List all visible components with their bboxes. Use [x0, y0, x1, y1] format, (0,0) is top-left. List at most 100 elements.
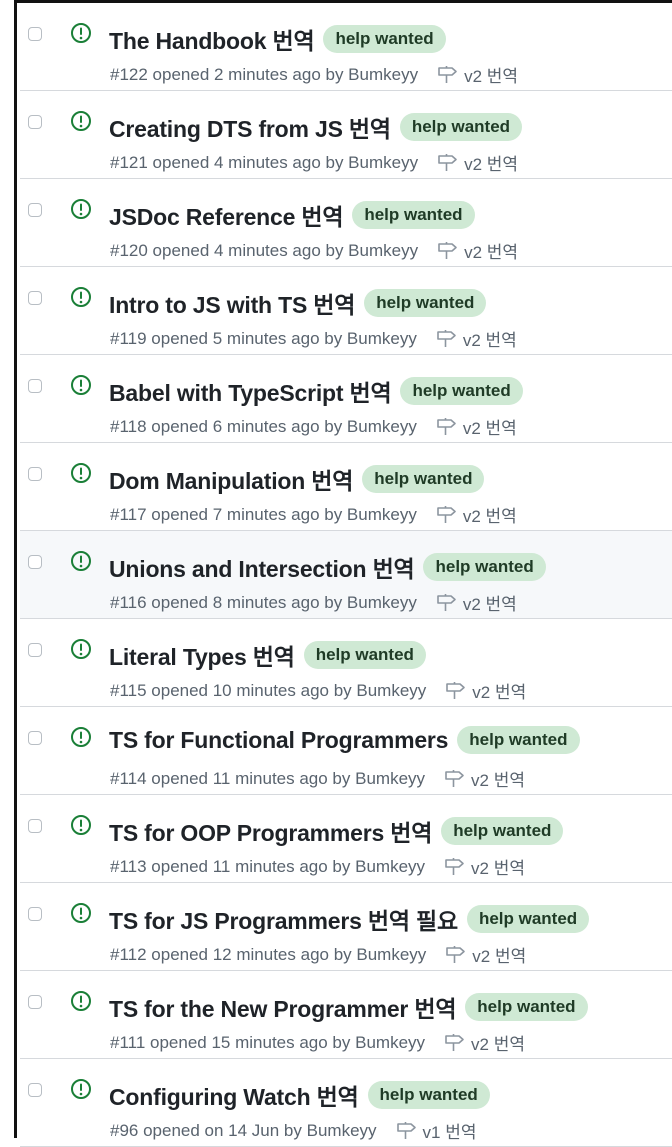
- milestone-link[interactable]: v2 번역: [444, 854, 525, 879]
- issue-row[interactable]: Configuring Watch 번역 help wanted #96 ope…: [20, 1059, 672, 1147]
- milestone-icon: [437, 506, 456, 523]
- issue-title-link[interactable]: Configuring Watch 번역: [109, 1078, 359, 1112]
- issue-meta: #114 opened 11 minutes ago by Bumkeyy v2…: [110, 766, 525, 791]
- milestone-text[interactable]: v2 번역: [463, 326, 517, 351]
- milestone-text[interactable]: v2 번역: [463, 590, 517, 615]
- issue-select-checkbox[interactable]: [28, 1083, 42, 1097]
- issue-row[interactable]: Unions and Intersection 번역 help wanted #…: [20, 531, 672, 619]
- issue-opened-icon: [71, 375, 91, 395]
- help-wanted-label[interactable]: help wanted: [364, 289, 487, 317]
- issue-row[interactable]: Literal Types 번역 help wanted #115 opened…: [20, 619, 672, 707]
- milestone-link[interactable]: v2 번역: [445, 678, 526, 703]
- milestone-text[interactable]: v2 번역: [464, 150, 518, 175]
- help-wanted-label[interactable]: help wanted: [399, 113, 523, 141]
- milestone-link[interactable]: v2 번역: [436, 502, 517, 527]
- issue-title-link[interactable]: JSDoc Reference 번역: [109, 198, 344, 232]
- help-wanted-label[interactable]: help wanted: [423, 553, 546, 581]
- issue-select-checkbox[interactable]: [28, 291, 42, 305]
- issue-select-checkbox[interactable]: [28, 907, 42, 921]
- issue-select-checkbox[interactable]: [28, 115, 42, 129]
- issue-meta-text: #122 opened 2 minutes ago by Bumkeyy: [110, 64, 419, 84]
- issue-opened-icon: [71, 463, 91, 483]
- issue-opened-icon: [71, 287, 91, 307]
- issue-select-checkbox[interactable]: [28, 379, 42, 393]
- help-wanted-label[interactable]: help wanted: [352, 201, 475, 229]
- issue-title-link[interactable]: Creating DTS from JS 번역: [109, 110, 391, 144]
- issue-title-link[interactable]: TS for Functional Programmers: [109, 727, 448, 754]
- issue-select-checkbox[interactable]: [28, 555, 42, 569]
- issue-row[interactable]: TS for JS Programmers 번역 필요 help wanted …: [20, 883, 672, 971]
- issue-select-checkbox[interactable]: [28, 819, 42, 833]
- milestone-link[interactable]: v2 번역: [436, 590, 517, 615]
- issue-title-link[interactable]: Literal Types 번역: [109, 638, 295, 672]
- help-wanted-label[interactable]: help wanted: [400, 377, 523, 405]
- milestone-link[interactable]: v2 번역: [436, 326, 517, 351]
- milestone-icon: [437, 418, 456, 435]
- issue-row[interactable]: Intro to JS with TS 번역 help wanted #119 …: [20, 267, 672, 355]
- help-wanted-label[interactable]: help wanted: [323, 25, 446, 53]
- issue-meta-text: #114 opened 11 minutes ago by Bumkeyy: [110, 768, 426, 788]
- milestone-link[interactable]: v2 번역: [444, 1030, 525, 1055]
- milestone-text[interactable]: v2 번역: [463, 502, 517, 527]
- issue-row[interactable]: Creating DTS from JS 번역 help wanted #121…: [20, 91, 672, 179]
- issue-title-line: Dom Manipulation 번역 help wanted: [109, 462, 668, 496]
- issue-title-line: Babel with TypeScript 번역 help wanted: [109, 374, 668, 408]
- milestone-text[interactable]: v1 번역: [423, 1118, 477, 1143]
- issue-meta-text: #113 opened 11 minutes ago by Bumkeyy: [110, 856, 426, 876]
- milestone-text[interactable]: v2 번역: [471, 854, 525, 879]
- issue-list-frame: The Handbook 번역 help wanted #122 opened …: [14, 0, 672, 1147]
- help-wanted-label[interactable]: help wanted: [367, 1081, 490, 1109]
- milestone-link[interactable]: v2 번역: [444, 766, 525, 791]
- milestone-text[interactable]: v2 번역: [472, 678, 526, 703]
- issue-row[interactable]: Dom Manipulation 번역 help wanted #117 ope…: [20, 443, 672, 531]
- issue-title-link[interactable]: TS for the New Programmer 번역: [109, 990, 456, 1024]
- milestone-text[interactable]: v2 번역: [463, 414, 517, 439]
- milestone-link[interactable]: v2 번역: [437, 238, 518, 263]
- issue-title-line: TS for Functional Programmers help wante…: [109, 726, 668, 754]
- issue-row[interactable]: Babel with TypeScript 번역 help wanted #11…: [20, 355, 672, 443]
- help-wanted-label[interactable]: help wanted: [466, 905, 590, 933]
- help-wanted-label[interactable]: help wanted: [303, 641, 426, 669]
- milestone-link[interactable]: v2 번역: [437, 150, 518, 175]
- help-wanted-label[interactable]: help wanted: [465, 993, 588, 1021]
- issue-row[interactable]: TS for the New Programmer 번역 help wanted…: [20, 971, 672, 1059]
- issue-row[interactable]: The Handbook 번역 help wanted #122 opened …: [20, 3, 672, 91]
- issue-select-checkbox[interactable]: [28, 995, 42, 1009]
- milestone-link[interactable]: v2 번역: [436, 414, 517, 439]
- issue-select-checkbox[interactable]: [28, 643, 42, 657]
- milestone-link[interactable]: v2 번역: [437, 62, 518, 87]
- milestone-text[interactable]: v2 번역: [464, 62, 518, 87]
- help-wanted-label[interactable]: help wanted: [362, 465, 485, 493]
- issue-title-link[interactable]: Babel with TypeScript 번역: [109, 374, 392, 408]
- issue-meta-text: #111 opened 15 minutes ago by Bumkeyy: [110, 1032, 426, 1052]
- issue-title-link[interactable]: Unions and Intersection 번역: [109, 550, 415, 584]
- milestone-text[interactable]: v2 번역: [464, 238, 518, 263]
- issue-meta-text: #118 opened 6 minutes ago by Bumkeyy: [110, 416, 417, 436]
- milestone-link[interactable]: v1 번역: [396, 1118, 477, 1143]
- issue-select-checkbox[interactable]: [28, 467, 42, 481]
- issue-title-link[interactable]: Dom Manipulation 번역: [109, 462, 353, 496]
- issue-title-link[interactable]: TS for JS Programmers 번역 필요: [109, 902, 458, 936]
- milestone-icon: [438, 66, 457, 83]
- help-wanted-label[interactable]: help wanted: [457, 726, 580, 754]
- milestone-text[interactable]: v2 번역: [471, 1030, 525, 1055]
- issue-select-checkbox[interactable]: [28, 203, 42, 217]
- issue-select-checkbox[interactable]: [28, 27, 42, 41]
- milestone-link[interactable]: v2 번역: [445, 942, 526, 967]
- issue-row[interactable]: JSDoc Reference 번역 help wanted #120 open…: [20, 179, 672, 267]
- issue-meta: #121 opened 4 minutes ago by Bumkeyy v2 …: [110, 150, 518, 175]
- milestone-text[interactable]: v2 번역: [472, 942, 526, 967]
- issue-title-link[interactable]: Intro to JS with TS 번역: [109, 286, 355, 320]
- issue-opened-icon: [71, 991, 91, 1011]
- issue-meta: #122 opened 2 minutes ago by Bumkeyy v2 …: [110, 62, 518, 87]
- issue-title-link[interactable]: The Handbook 번역: [109, 22, 315, 56]
- help-wanted-label[interactable]: help wanted: [441, 817, 564, 845]
- issue-row[interactable]: TS for Functional Programmers help wante…: [20, 707, 672, 795]
- issue-row[interactable]: TS for OOP Programmers 번역 help wanted #1…: [20, 795, 672, 883]
- issue-opened-icon: [71, 551, 91, 571]
- issue-select-checkbox[interactable]: [28, 731, 42, 745]
- milestone-text[interactable]: v2 번역: [471, 766, 525, 791]
- issue-title-line: Intro to JS with TS 번역 help wanted: [109, 286, 668, 320]
- issue-title-link[interactable]: TS for OOP Programmers 번역: [109, 814, 432, 848]
- issue-opened-icon: [71, 199, 91, 219]
